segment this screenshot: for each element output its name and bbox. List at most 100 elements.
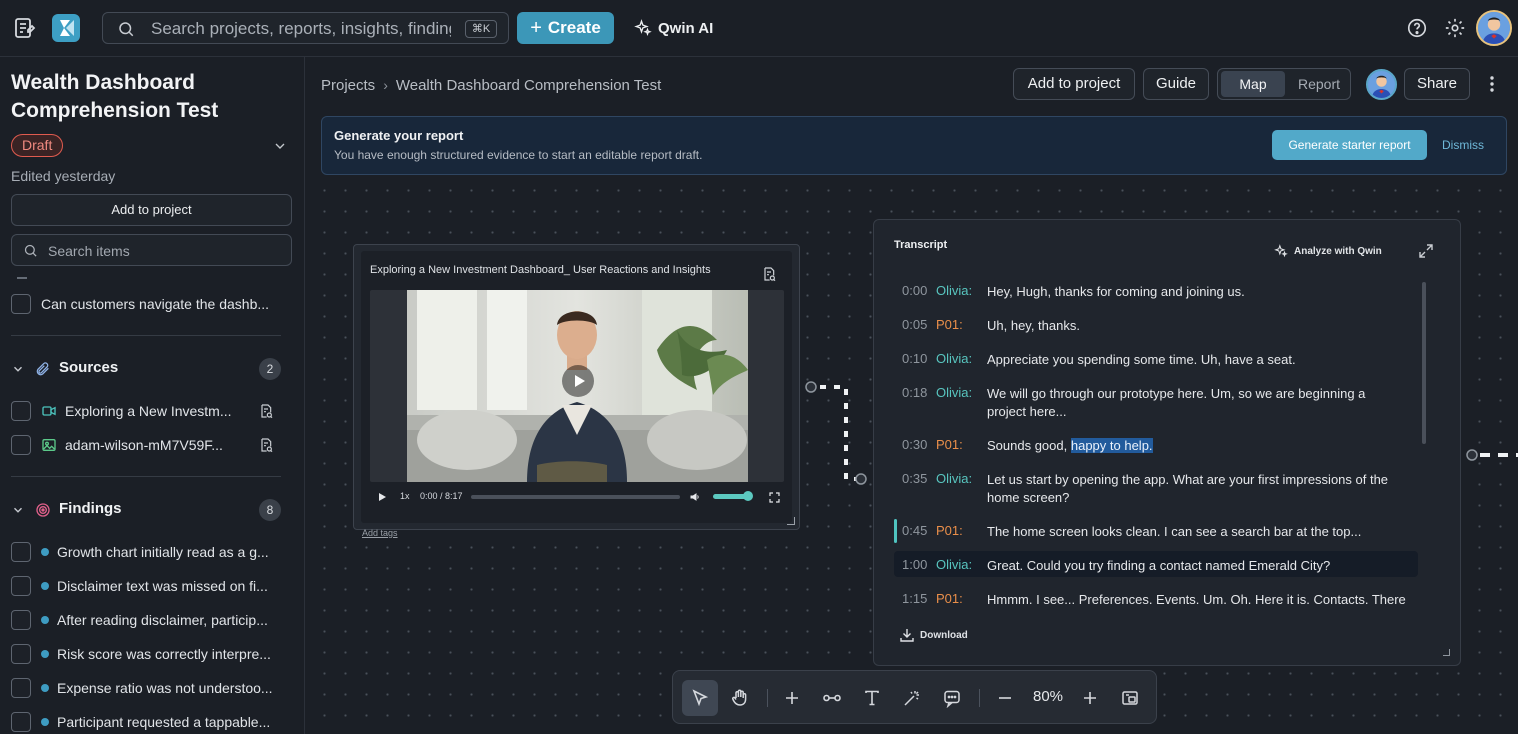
video-player[interactable]	[370, 290, 784, 482]
volume-icon[interactable]	[690, 492, 700, 502]
magic-tool[interactable]	[894, 680, 930, 716]
play-icon[interactable]	[377, 492, 387, 502]
transcript-row[interactable]: 0:00 Olivia: Hey, Hugh, thanks for comin…	[894, 277, 1418, 303]
question-item[interactable]: Can customers navigate the dashb...	[41, 296, 281, 312]
tab-report[interactable]: Report	[1288, 71, 1350, 97]
connector-line	[1466, 449, 1518, 461]
transcript-row[interactable]: 0:18 Olivia: We will go through our prot…	[894, 379, 1418, 423]
sparkle-icon	[1274, 244, 1288, 258]
pan-tool[interactable]	[722, 680, 758, 716]
add-tags-link[interactable]: Add tags	[362, 528, 398, 538]
sidebar-add-to-project-button[interactable]: Add to project	[11, 194, 292, 226]
finding-dot	[41, 684, 49, 692]
transcript-scrollbar[interactable]	[1422, 282, 1426, 444]
zoom-in-button[interactable]	[1072, 680, 1108, 716]
finding-checkbox[interactable]	[11, 644, 31, 664]
utterance-text: Sounds good,	[987, 438, 1071, 453]
source-item-label[interactable]: Exploring a New Investm...	[65, 403, 240, 419]
finding-item[interactable]: Growth chart initially read as a g...	[57, 544, 281, 560]
global-search[interactable]: ⌘K	[102, 12, 509, 44]
findings-section-header[interactable]: Findings 8	[11, 498, 281, 522]
sources-section-header[interactable]: Sources 2	[11, 357, 281, 381]
gear-icon[interactable]	[1444, 17, 1466, 39]
resize-handle[interactable]	[787, 517, 795, 525]
current-position-marker	[894, 519, 897, 543]
findings-label: Findings	[59, 500, 122, 517]
transcript-row[interactable]: 0:35 Olivia: Let us start by opening the…	[894, 465, 1418, 509]
playback-speed[interactable]: 1x	[400, 491, 410, 501]
sidebar-search[interactable]	[11, 234, 292, 266]
chevron-down-icon[interactable]	[272, 138, 288, 154]
sidebar-search-input[interactable]	[48, 241, 278, 261]
finding-item[interactable]: Participant requested a tappable...	[57, 714, 281, 730]
breadcrumb-projects[interactable]: Projects	[321, 77, 375, 94]
timestamp: 0:10	[902, 351, 928, 366]
toolbar-divider	[767, 689, 768, 707]
zoom-out-button[interactable]	[987, 680, 1023, 716]
volume-slider-handle[interactable]	[743, 491, 753, 501]
notes-icon[interactable]	[12, 16, 36, 40]
fit-to-screen-button[interactable]	[1112, 680, 1148, 716]
app-logo[interactable]	[52, 14, 80, 42]
finding-checkbox[interactable]	[11, 542, 31, 562]
transcript-search-icon[interactable]	[258, 403, 274, 419]
fullscreen-icon[interactable]	[769, 492, 780, 503]
transcript-row-hovered[interactable]: 1:00 Olivia: Great. Could you try findin…	[894, 551, 1418, 577]
highlighted-text[interactable]: happy to help.	[1070, 438, 1153, 453]
finding-item[interactable]: Expense ratio was not understoo...	[57, 680, 281, 696]
generate-starter-report-button[interactable]: Generate starter report	[1272, 130, 1427, 160]
connector-icon	[822, 688, 842, 708]
connect-tool[interactable]	[814, 680, 850, 716]
question-checkbox[interactable]	[11, 294, 31, 314]
findings-count: 8	[259, 499, 281, 521]
dismiss-button[interactable]: Dismiss	[1442, 138, 1484, 152]
transcript-search-icon[interactable]	[258, 437, 274, 453]
source-item-label[interactable]: adam-wilson-mM7V59F...	[65, 437, 240, 453]
chevron-right-icon: ›	[383, 77, 388, 93]
finding-item[interactable]: Risk score was correctly interpre...	[57, 646, 281, 662]
tab-map[interactable]: Map	[1221, 71, 1285, 97]
user-avatar[interactable]	[1476, 10, 1512, 46]
resize-handle[interactable]	[1443, 649, 1450, 656]
guide-button[interactable]: Guide	[1143, 68, 1209, 100]
source-checkbox[interactable]	[11, 435, 31, 455]
video-source-card[interactable]: Exploring a New Investment Dashboard_ Us…	[353, 244, 800, 530]
collaborator-avatar[interactable]	[1366, 69, 1397, 100]
create-button[interactable]: + Create	[517, 12, 614, 44]
more-vertical-icon[interactable]	[1484, 75, 1500, 93]
transcript-row[interactable]: 0:10 Olivia: Appreciate you spending som…	[894, 345, 1418, 371]
finding-checkbox[interactable]	[11, 678, 31, 698]
transcript-row[interactable]: 0:30 P01: Sounds good, happy to help.	[894, 431, 1418, 457]
finding-checkbox[interactable]	[11, 576, 31, 596]
analyze-with-qwin-button[interactable]: Analyze with Qwin	[1274, 244, 1382, 258]
finding-item[interactable]: Disclaimer text was missed on fi...	[57, 578, 281, 594]
add-tool[interactable]	[774, 680, 810, 716]
comment-tool[interactable]	[934, 680, 970, 716]
search-icon	[23, 243, 38, 258]
transcript-row-current[interactable]: 0:45 P01: The home screen looks clean. I…	[894, 517, 1418, 543]
text-tool[interactable]	[854, 680, 890, 716]
sidebar: Wealth Dashboard Comprehension Test Draf…	[0, 57, 305, 734]
video-scrubber[interactable]	[471, 495, 680, 499]
qwin-ai-button[interactable]: Qwin AI	[634, 15, 713, 41]
download-button[interactable]: Download	[900, 628, 968, 642]
transcript-search-icon[interactable]	[761, 266, 777, 282]
transcript-card[interactable]: Transcript Analyze with Qwin 0:00 Olivia…	[873, 219, 1461, 666]
speaker: Olivia:	[936, 385, 973, 400]
source-checkbox[interactable]	[11, 401, 31, 421]
project-title: Wealth Dashboard Comprehension Test	[11, 71, 219, 122]
transcript-row[interactable]: 1:15 P01: Hmmm. I see... Preferences. Ev…	[894, 585, 1418, 611]
cursor-icon	[690, 688, 710, 708]
play-button[interactable]	[562, 365, 594, 397]
add-to-project-button[interactable]: Add to project	[1013, 68, 1135, 100]
select-tool[interactable]	[682, 680, 718, 716]
speaker: Olivia:	[936, 471, 973, 486]
transcript-row[interactable]: 0:05 P01: Uh, hey, thanks.	[894, 311, 1418, 337]
global-search-input[interactable]	[151, 18, 451, 40]
share-button[interactable]: Share	[1404, 68, 1470, 100]
finding-item[interactable]: After reading disclaimer, particip...	[57, 612, 281, 628]
expand-icon[interactable]	[1419, 244, 1433, 258]
help-icon[interactable]	[1406, 17, 1428, 39]
finding-checkbox[interactable]	[11, 712, 31, 732]
finding-checkbox[interactable]	[11, 610, 31, 630]
